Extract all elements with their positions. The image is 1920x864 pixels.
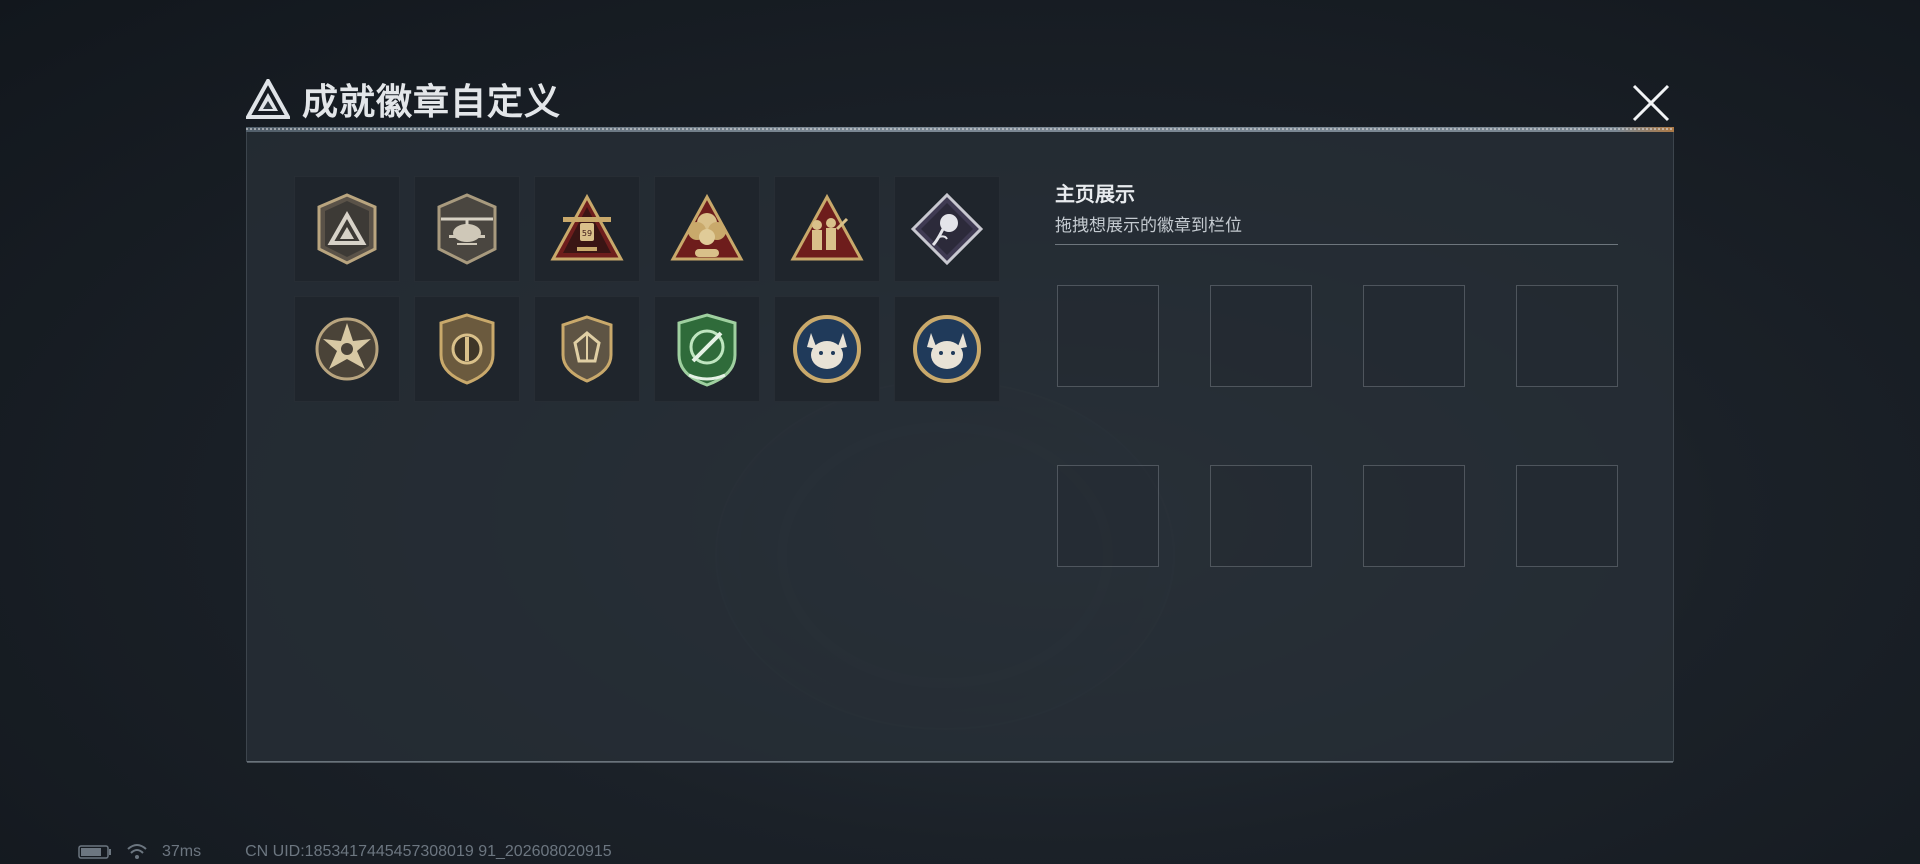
showcase-slot[interactable] (1516, 465, 1618, 567)
showcase-slot[interactable] (1210, 285, 1312, 387)
status-bar: 37ms CN UID:1853417445457308019 91_20260… (78, 843, 612, 861)
helicopter-badge-icon (437, 193, 497, 265)
showcase-subtitle: 拖拽想展示的徽章到栏位 (1055, 216, 1242, 236)
showcase-slot[interactable] (1516, 285, 1618, 387)
lynx-alt-badge-icon (913, 315, 981, 383)
rose-diamond-badge-icon (910, 192, 984, 266)
badge-slot[interactable] (294, 176, 400, 282)
badge-inventory: 59 (294, 176, 1000, 402)
badge-slot[interactable] (774, 176, 880, 282)
badge-slot[interactable] (414, 176, 520, 282)
wifi-icon (127, 844, 147, 859)
ammo-59-triangle-badge-icon: 59 (550, 193, 624, 261)
bronze-shield-badge-icon (439, 313, 495, 385)
lynx-badge-icon (793, 315, 861, 383)
showcase-title: 主页展示 (1055, 182, 1135, 206)
ping-value: 37ms (162, 843, 202, 860)
battery-icon (78, 845, 111, 859)
showcase-slot[interactable] (1210, 465, 1312, 567)
svg-text:59: 59 (582, 229, 592, 238)
dialog-title: 成就徽章自定义 (302, 82, 562, 123)
showcase-slot[interactable] (1363, 465, 1465, 567)
badge-slot[interactable] (774, 296, 880, 402)
shield-logo-badge-icon (317, 193, 377, 265)
showcase-divider (1055, 244, 1618, 245)
badge-slot[interactable]: 59 (534, 176, 640, 282)
showcase-slots (1057, 285, 1618, 567)
badge-slot[interactable] (414, 296, 520, 402)
badge-slot[interactable] (294, 296, 400, 402)
soldiers-triangle-badge-icon (790, 193, 864, 261)
close-icon[interactable] (1630, 82, 1672, 124)
star-skull-badge-icon (315, 317, 379, 381)
green-knife-shield-badge-icon (677, 313, 737, 387)
badge-slot[interactable] (894, 296, 1000, 402)
user-uid: CN UID:1853417445457308019 91_2026080209… (245, 843, 612, 860)
showcase-slot[interactable] (1057, 285, 1159, 387)
gem-shield-badge-icon (561, 315, 613, 383)
showcase-slot[interactable] (1057, 465, 1159, 567)
badge-slot[interactable] (894, 176, 1000, 282)
showcase-slot[interactable] (1363, 285, 1465, 387)
triangle-logo-icon (246, 79, 290, 119)
explosion-triangle-badge-icon (670, 193, 744, 261)
badge-slot[interactable] (654, 296, 760, 402)
badge-slot[interactable] (654, 176, 760, 282)
badge-slot[interactable] (534, 296, 640, 402)
dialog-header: 成就徽章自定义 (246, 74, 561, 124)
